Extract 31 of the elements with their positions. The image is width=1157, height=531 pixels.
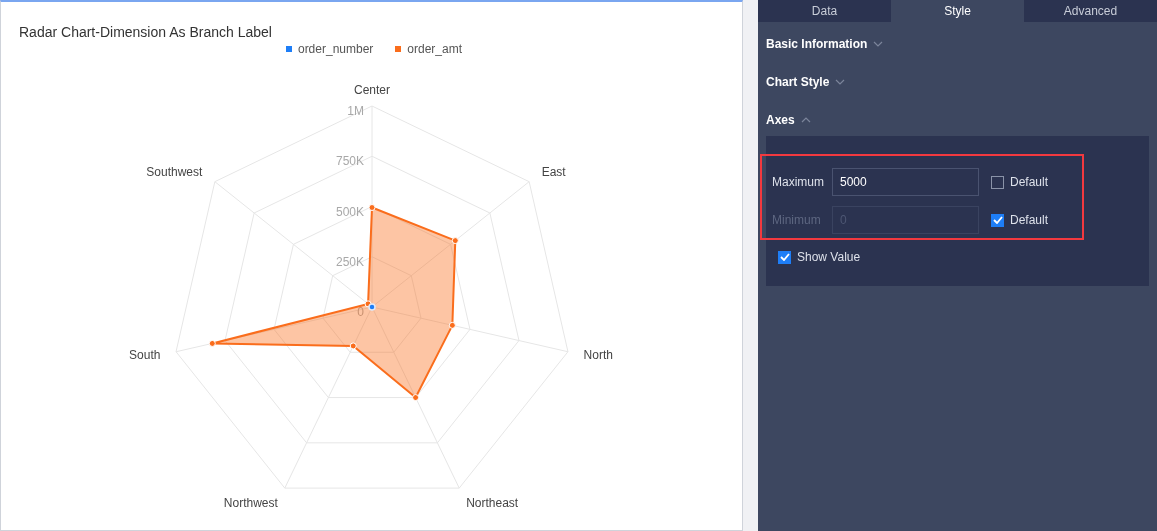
legend-label[interactable]: order_number xyxy=(297,40,374,58)
checkbox-label: Default xyxy=(1010,174,1049,191)
axis-tick-label: 500K xyxy=(335,204,364,219)
section-header[interactable]: Chart Style xyxy=(766,60,846,98)
tab[interactable]: Style xyxy=(891,0,1024,22)
category-label: Northeast xyxy=(466,495,519,510)
origin-point xyxy=(368,303,376,311)
chevron-up-icon xyxy=(800,117,811,123)
axis-tick-label: 250K xyxy=(335,254,364,269)
chevron-down-icon xyxy=(873,41,884,47)
axis-tick-label: 750K xyxy=(335,154,364,169)
checkbox-label: Default xyxy=(1010,212,1049,229)
category-label: South xyxy=(129,348,161,363)
checkmark-icon xyxy=(992,216,1003,224)
section-header[interactable]: Axes xyxy=(766,98,811,136)
axis-tick-label: 1M xyxy=(347,103,364,118)
section-header[interactable]: Basic Information xyxy=(766,22,884,60)
category-label: Center xyxy=(354,82,390,97)
chart-title: Radar Chart-Dimension As Branch Label xyxy=(19,24,272,40)
checkmark-icon xyxy=(779,253,790,261)
category-label: East xyxy=(541,164,566,179)
checkbox[interactable] xyxy=(778,250,791,264)
checkbox-label: Show Value xyxy=(797,249,861,266)
field-label: Maximum xyxy=(772,174,825,191)
input-field[interactable]: 5000 xyxy=(832,168,979,196)
legend-label[interactable]: order_amt xyxy=(407,40,463,58)
chevron-down-icon xyxy=(835,79,846,85)
category-label: Southwest xyxy=(146,164,203,179)
category-label: Northwest xyxy=(223,495,278,510)
category-label: North xyxy=(583,348,613,363)
checkbox[interactable] xyxy=(991,175,1004,189)
